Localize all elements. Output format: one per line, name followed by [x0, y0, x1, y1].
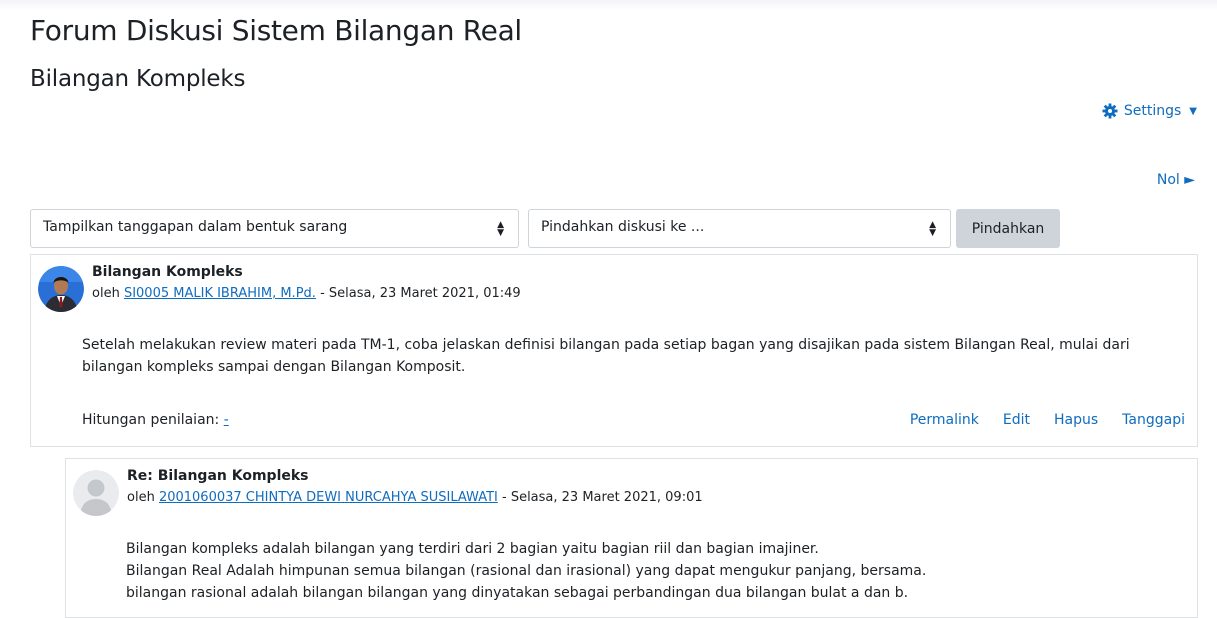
post-byline: oleh SI0005 MALIK IBRAHIM, M.Pd. - Selas… — [92, 286, 521, 301]
settings-label: Settings — [1123, 103, 1182, 119]
post-subject: Bilangan Kompleks — [92, 264, 243, 280]
delete-link[interactable]: Hapus — [1054, 412, 1098, 428]
avatar[interactable] — [38, 266, 84, 312]
post-commands: Permalink Edit Hapus Tanggapi — [910, 412, 1185, 428]
post-paragraph: Bilangan kompleks adalah bilangan yang t… — [126, 541, 819, 557]
settings-menu[interactable]: Settings ▼ — [1102, 103, 1197, 119]
rating-summary: Hitungan penilaian: - — [82, 412, 229, 428]
byline-prefix: oleh — [127, 490, 155, 505]
gear-icon — [1102, 103, 1118, 119]
post-paragraph: Bilangan Real Adalah himpunan semua bila… — [126, 563, 927, 579]
reply-link[interactable]: Tanggapi — [1122, 412, 1185, 428]
post-content: Bilangan kompleks adalah bilangan yang t… — [126, 538, 1186, 604]
move-discussion-value: Pindahkan diskusi ke ... — [541, 219, 705, 235]
post-byline: oleh 2001060037 CHINTYA DEWI NURCAHYA SU… — [127, 490, 703, 505]
caret-down-icon: ▼ — [1189, 105, 1197, 117]
top-shadow — [0, 0, 1217, 10]
select-arrows-icon: ▲ ▼ — [929, 220, 936, 238]
post-paragraph: Setelah melakukan review materi pada TM-… — [82, 337, 1130, 375]
post-date: - Selasa, 23 Maret 2021, 09:01 — [502, 490, 703, 505]
select-arrows-icon: ▲ ▼ — [497, 220, 504, 238]
post-paragraph: bilangan rasional adalah bilangan bilang… — [126, 585, 909, 601]
byline-prefix: oleh — [92, 286, 120, 301]
post-content: Setelah melakukan review materi pada TM-… — [82, 334, 1187, 378]
next-discussion-link[interactable]: Nol ► — [1157, 172, 1195, 188]
edit-link[interactable]: Edit — [1003, 412, 1030, 428]
move-discussion-select[interactable]: Pindahkan diskusi ke ... ▲ ▼ — [528, 209, 951, 248]
display-mode-select[interactable]: Tampilkan tanggapan dalam bentuk sarang … — [30, 209, 519, 248]
author-link[interactable]: 2001060037 CHINTYA DEWI NURCAHYA SUSILAW… — [159, 490, 498, 505]
avatar[interactable] — [73, 470, 119, 516]
post-date: - Selasa, 23 Maret 2021, 01:49 — [320, 286, 521, 301]
discussion-title: Bilangan Kompleks — [30, 66, 246, 92]
display-mode-value: Tampilkan tanggapan dalam bentuk sarang — [43, 219, 348, 235]
forum-post: Bilangan Kompleks oleh SI0005 MALIK IBRA… — [30, 254, 1198, 447]
forum-reply-post: Re: Bilangan Kompleks oleh 2001060037 CH… — [65, 458, 1198, 618]
permalink-link[interactable]: Permalink — [910, 412, 979, 428]
move-button[interactable]: Pindahkan — [956, 209, 1060, 248]
page-title: Forum Diskusi Sistem Bilangan Real — [30, 14, 522, 47]
rating-value-link[interactable]: - — [224, 412, 229, 428]
author-link[interactable]: SI0005 MALIK IBRAHIM, M.Pd. — [124, 286, 316, 301]
rating-label: Hitungan penilaian: — [82, 412, 220, 428]
post-subject: Re: Bilangan Kompleks — [127, 468, 309, 484]
